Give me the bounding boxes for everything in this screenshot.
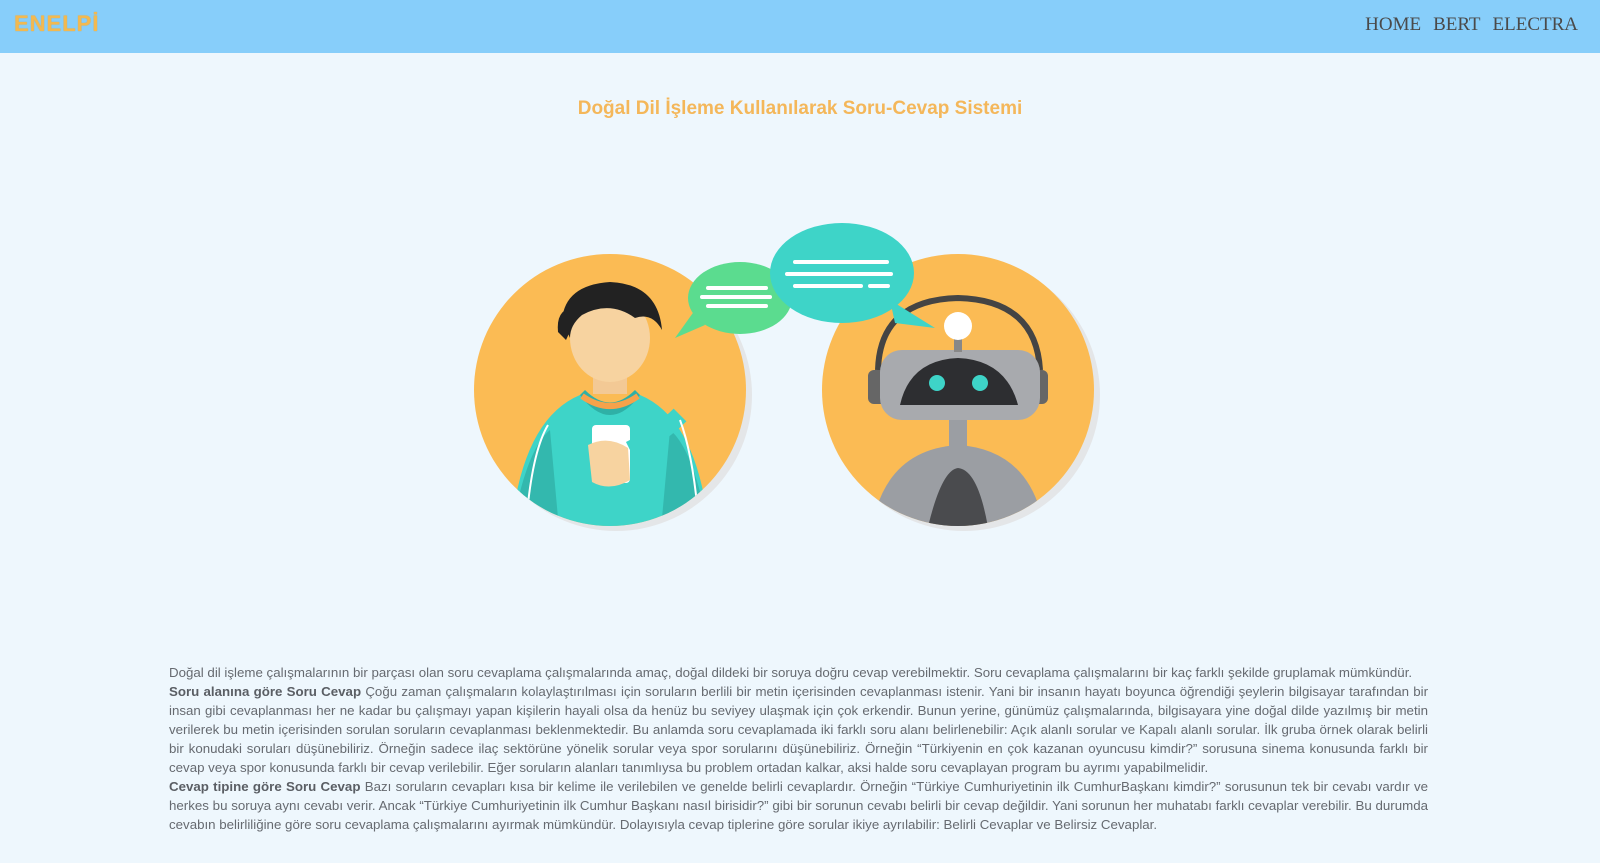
nav-link-bert[interactable]: BERT xyxy=(1433,14,1480,36)
section-cevap-tipi-title: Cevap tipine göre Soru Cevap xyxy=(169,779,361,794)
article-content: Doğal dil işleme çalışmalarının bir parç… xyxy=(169,663,1428,834)
brand-logo[interactable]: ENELPİ xyxy=(14,11,99,37)
nav-links: HOME BERT ELECTRA xyxy=(1365,14,1578,36)
page-title: Doğal Dil İşleme Kullanılarak Soru-Cevap… xyxy=(577,98,1023,119)
intro-paragraph: Doğal dil işleme çalışmalarının bir parç… xyxy=(169,665,1413,680)
section-cevap-tipi: Cevap tipine göre Soru Cevap Bazı sorula… xyxy=(169,777,1428,834)
section-soru-alani: Soru alanına göre Soru Cevap Çoğu zaman … xyxy=(169,682,1428,777)
nav-link-electra[interactable]: ELECTRA xyxy=(1493,14,1579,36)
section-soru-alani-title: Soru alanına göre Soru Cevap xyxy=(169,684,362,699)
hero-illustration-svg xyxy=(474,223,1100,531)
top-navbar: ENELPİ HOME BERT ELECTRA xyxy=(0,0,1600,53)
nav-link-home[interactable]: HOME xyxy=(1365,14,1421,36)
hero-illustration xyxy=(470,220,1130,540)
